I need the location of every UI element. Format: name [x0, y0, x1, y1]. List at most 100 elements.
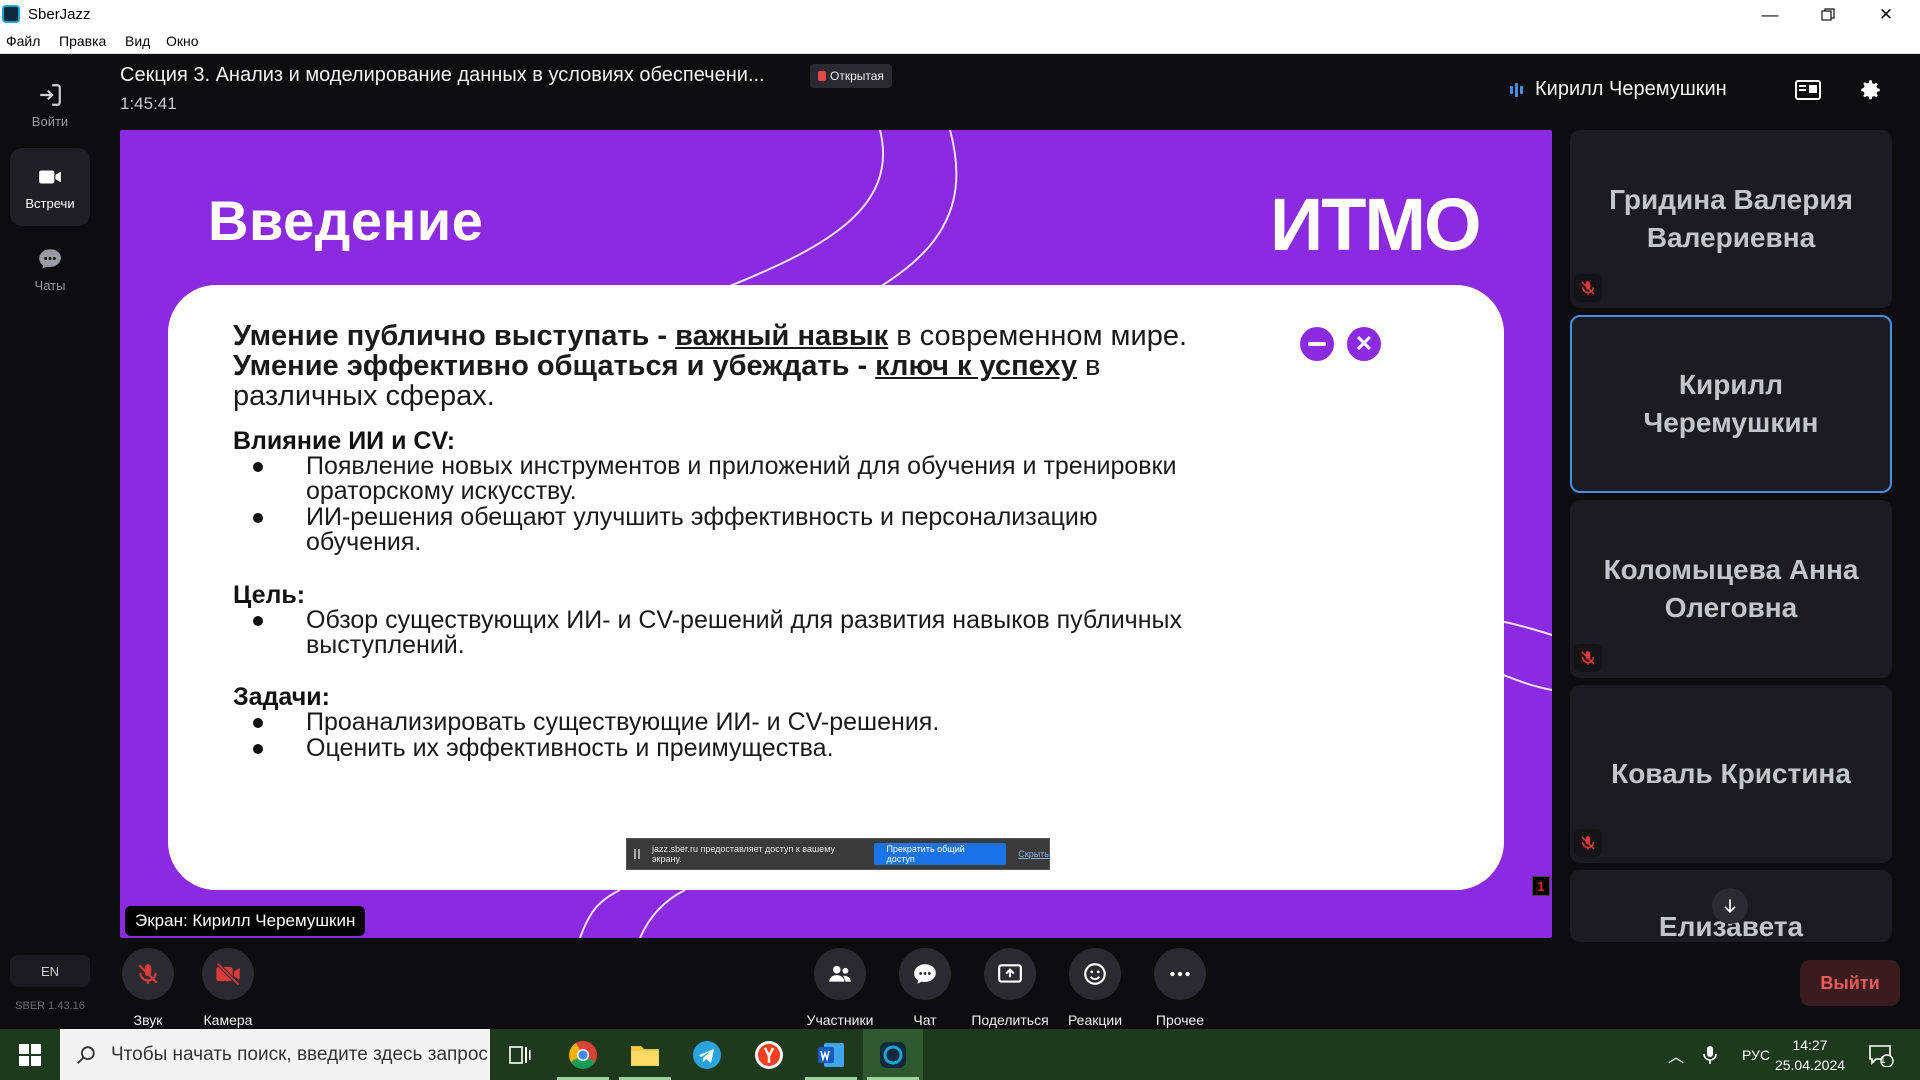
chat-icon: [914, 964, 936, 984]
more-control[interactable]: Прочее: [1135, 948, 1225, 1028]
rail-item-label: Встречи: [25, 195, 75, 211]
slide-section-heading: Цель:: [233, 581, 306, 609]
minus-icon: [1308, 342, 1326, 346]
close-window-button[interactable]: ✕: [1858, 0, 1914, 29]
settings-button[interactable]: [1854, 76, 1886, 104]
mic-off-icon: [1574, 829, 1602, 857]
leave-meeting-button[interactable]: Выйти: [1800, 960, 1900, 1006]
taskbar-word[interactable]: [801, 1029, 861, 1080]
participant-tile-active[interactable]: Кирилл Черемушкин: [1570, 315, 1892, 493]
slide-line-2: Умение эффективно общаться и убеждать - …: [233, 350, 1101, 382]
shared-screen[interactable]: Введение ИТМО ✕ Умение публично выступат…: [120, 130, 1552, 938]
windows-icon: [19, 1043, 41, 1066]
rail-item-login[interactable]: Войти: [10, 66, 90, 144]
keyboard-language[interactable]: РУС: [1742, 1047, 1770, 1063]
taskbar-telegram[interactable]: [677, 1029, 737, 1080]
hide-link[interactable]: Скрыть: [1018, 849, 1049, 859]
rail-item-meetings[interactable]: Встречи: [10, 148, 90, 226]
taskbar-search[interactable]: Чтобы начать поиск, введите здесь запрос: [60, 1029, 490, 1080]
camera-off-icon: [216, 962, 240, 986]
system-tray: ︿ РУС: [1668, 1029, 1770, 1080]
chat-icon: [39, 248, 61, 269]
mic-off-icon: [1574, 274, 1602, 302]
participant-name: Кирилл Черемушкин: [1643, 369, 1819, 438]
maximize-button[interactable]: [1800, 0, 1856, 29]
more-dots-icon: [1170, 971, 1190, 977]
clock-date: 25.04.2024: [1774, 1057, 1846, 1073]
lock-icon: [818, 71, 826, 81]
slide-content-card: ✕ Умение публично выступать - важный нав…: [168, 285, 1504, 890]
search-placeholder: Чтобы начать поиск, введите здесь запрос: [111, 1043, 488, 1065]
taskbar-sberjazz[interactable]: [863, 1029, 923, 1080]
minimize-slide-button[interactable]: [1300, 327, 1334, 361]
arrow-down-icon: [1724, 899, 1736, 914]
taskbar-clock[interactable]: 14:27 25.04.2024: [1770, 1035, 1850, 1075]
notification-count: 1: [1880, 1055, 1886, 1066]
window-titlebar: SberJazz — ✕: [0, 0, 1920, 29]
rail-item-chats[interactable]: Чаты: [10, 230, 90, 308]
menu-view[interactable]: Вид: [125, 33, 150, 49]
menu-edit[interactable]: Правка: [59, 33, 106, 49]
participant-tile[interactable]: Коваль Кристина: [1570, 685, 1892, 863]
sound-control[interactable]: Звук: [103, 948, 193, 1028]
chevron-up-icon[interactable]: ︿: [1668, 1043, 1684, 1067]
control-label: Звук: [133, 1012, 163, 1028]
participant-name: Гридина Валерия Валериевна: [1609, 184, 1853, 253]
menu-bar: Файл Правка Вид Окно: [0, 29, 1920, 54]
folder-icon: [631, 1045, 659, 1066]
rail-item-label: Чаты: [34, 277, 66, 293]
language-switch[interactable]: EN: [10, 955, 90, 987]
participants-control[interactable]: Участники: [795, 948, 885, 1028]
close-icon: ✕: [1354, 331, 1374, 356]
mic-off-icon: [1574, 644, 1602, 672]
sberjazz-icon: [880, 1041, 906, 1068]
task-view-button[interactable]: [490, 1029, 550, 1080]
smile-icon: [1084, 963, 1106, 985]
task-view-icon: [509, 1045, 531, 1064]
meeting-access-badge: Открытая: [810, 64, 892, 88]
participant-tile[interactable]: Гридина Валерия Валериевна: [1570, 130, 1892, 308]
minimize-button[interactable]: —: [1742, 0, 1798, 29]
taskbar-file-explorer[interactable]: [615, 1029, 675, 1080]
screen-share-notification: jazz.sber.ru предоставляет доступ к ваше…: [626, 838, 1050, 870]
meeting-title: Секция 3. Анализ и моделирование данных …: [120, 64, 765, 86]
notifications-button[interactable]: 1: [1868, 1029, 1894, 1080]
screen-owner-label: Экран: Кирилл Черемушкин: [125, 906, 366, 936]
badge-label: Открытая: [830, 69, 884, 83]
camera-control[interactable]: Камера: [183, 948, 273, 1028]
rail-item-label: Войти: [31, 113, 69, 129]
participant-name: Коваль Кристина: [1611, 758, 1851, 789]
audio-level-icon: [1510, 82, 1523, 97]
start-button[interactable]: [0, 1029, 60, 1080]
control-label: Прочее: [1155, 1012, 1205, 1028]
share-message: jazz.sber.ru предоставляет доступ к ваше…: [651, 844, 835, 864]
chrome-icon: [569, 1040, 597, 1069]
menu-file[interactable]: Файл: [6, 33, 40, 49]
participant-name: Коломыцева Анна Олеговна: [1603, 554, 1859, 623]
layout-icon: [1795, 80, 1821, 100]
taskbar-yandex[interactable]: [739, 1029, 799, 1080]
participant-tile[interactable]: Коломыцева Анна Олеговна: [1570, 500, 1892, 678]
control-label: Реакции: [1067, 1012, 1123, 1028]
active-speaker: Кирилл Черемушкин: [1510, 78, 1727, 101]
control-label: Чат: [913, 1012, 937, 1028]
window-title: SberJazz: [28, 6, 91, 23]
slide-line-3: различных сферах.: [233, 380, 495, 412]
scroll-participants-button[interactable]: [1712, 888, 1748, 924]
layout-toggle-button[interactable]: [1792, 76, 1824, 104]
control-label: Поделиться: [971, 1012, 1049, 1028]
menu-window[interactable]: Окно: [166, 33, 199, 49]
camera-icon: [39, 170, 61, 183]
reactions-control[interactable]: Реакции: [1050, 948, 1140, 1028]
left-rail: Войти Встречи Чаты: [0, 54, 100, 1029]
close-slide-button[interactable]: ✕: [1347, 327, 1381, 361]
microphone-icon: [1703, 1045, 1717, 1064]
stop-sharing-button[interactable]: Прекратить общий доступ: [874, 843, 1007, 865]
drag-handle-icon[interactable]: [634, 849, 640, 859]
chat-control[interactable]: Чат: [880, 948, 970, 1028]
meeting-timer: 1:45:41: [120, 94, 177, 113]
share-control[interactable]: Поделиться: [965, 948, 1055, 1028]
slide-title: Введение: [208, 189, 484, 252]
taskbar-chrome[interactable]: [553, 1029, 613, 1080]
slide-line-1: Умение публично выступать - важный навык…: [233, 320, 1188, 352]
